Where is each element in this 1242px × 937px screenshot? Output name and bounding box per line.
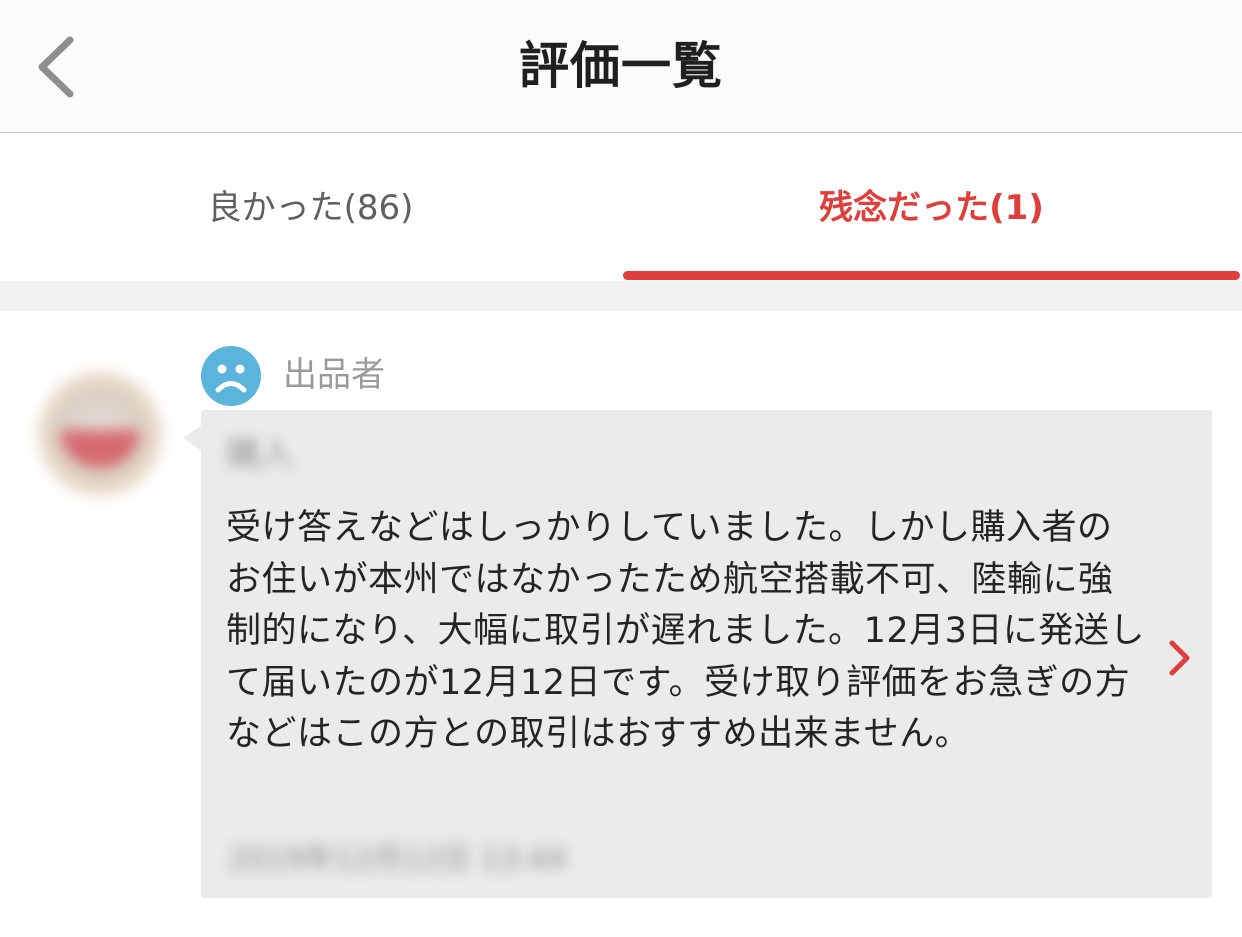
tab-bad-label: 残念だった(1) <box>819 188 1044 228</box>
section-divider <box>0 281 1242 311</box>
nav-header: 評価一覧 <box>0 0 1242 133</box>
tab-bad[interactable]: 残念だった(1) <box>621 133 1242 281</box>
active-tab-indicator <box>623 271 1240 280</box>
reviewer-role: 出品者 <box>283 355 385 395</box>
review-date: 2019年12月12日 13:44 <box>228 842 567 877</box>
tab-good[interactable]: 良かった(86) <box>0 133 621 281</box>
chevron-right-icon[interactable] <box>1164 636 1194 680</box>
avatar-image <box>60 430 140 468</box>
rating-tabs: 良かった(86) 残念だった(1) <box>0 133 1242 281</box>
tab-good-label: 良かった(86) <box>207 188 414 228</box>
avatar[interactable] <box>38 372 162 496</box>
reviewer-name: 購入 <box>226 435 294 475</box>
sad-face-icon <box>201 346 261 406</box>
review-comment: 受け答えなどはしっかりしていました。しかし購入者のお住いが本州ではなかったため航… <box>226 508 1145 754</box>
page-title: 評価一覧 <box>519 37 723 95</box>
bubble-tail <box>183 424 203 452</box>
